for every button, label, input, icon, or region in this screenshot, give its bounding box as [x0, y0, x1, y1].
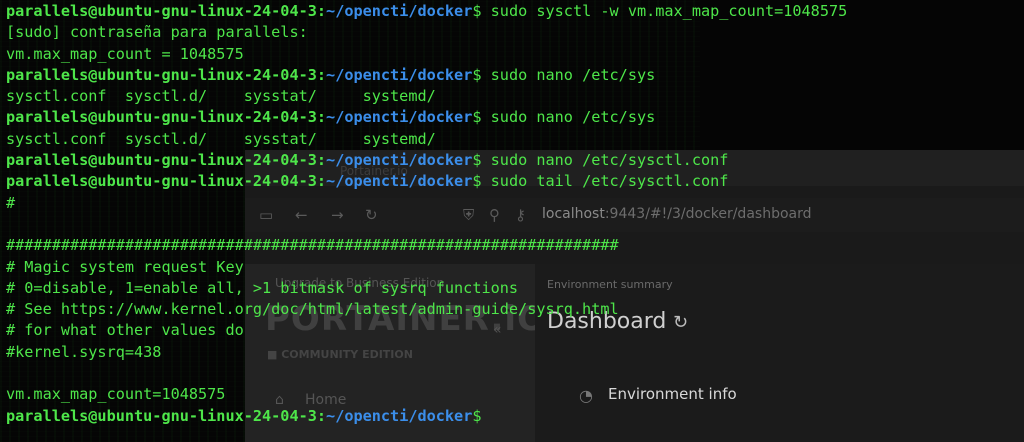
prompt-user: parallels@ubuntu-gnu-linux-24-04-3	[6, 406, 317, 425]
prompt-end: $	[472, 108, 482, 127]
prompt-path: ~/opencti/docker	[326, 172, 473, 191]
prompt-separator: :	[316, 108, 327, 127]
prompt-user: parallels@ubuntu-gnu-linux-24-04-3	[6, 65, 317, 84]
output-line: sysctl.conf sysctl.d/ sysstat/ systemd/	[6, 129, 436, 148]
prompt-end: $	[472, 151, 482, 170]
output-line: # for what other values do	[6, 321, 244, 340]
output-line: [sudo] contraseña para parallels:	[6, 23, 308, 42]
prompt-user: parallels@ubuntu-gnu-linux-24-04-3	[6, 108, 317, 127]
prompt-path: ~/opencti/docker	[326, 2, 473, 20]
prompt-separator: :	[316, 151, 327, 170]
prompt-separator: :	[316, 172, 327, 191]
prompt-separator: :	[316, 2, 327, 20]
output-line: #	[6, 193, 16, 212]
prompt-path: ~/opencti/docker	[326, 406, 473, 425]
command-text: sudo tail /etc/sysctl.conf	[481, 172, 729, 191]
output-line: # 0=disable, 1=enable all, >1 bitmask of…	[6, 278, 519, 297]
prompt-user: parallels@ubuntu-gnu-linux-24-04-3	[6, 2, 317, 20]
prompt-path: ~/opencti/docker	[326, 65, 473, 84]
prompt-end: $	[472, 65, 482, 84]
prompt-end: $	[472, 406, 482, 425]
output-line: ########################################…	[6, 236, 619, 255]
prompt-line: parallels@ubuntu-gnu-linux-24-04-3:~/ope…	[0, 150, 1024, 171]
output-line: #kernel.sysrq=438	[6, 342, 162, 361]
prompt-line: parallels@ubuntu-gnu-linux-24-04-3:~/ope…	[0, 1, 1024, 22]
output-line: # See https://www.kernel.org/doc/html/la…	[6, 300, 619, 319]
output-line: sysctl.conf sysctl.d/ sysstat/ systemd/	[6, 87, 436, 106]
prompt-path: ~/opencti/docker	[326, 108, 473, 127]
prompt-separator: :	[316, 65, 327, 84]
command-text: sudo nano /etc/sys	[481, 65, 656, 84]
prompt-line: parallels@ubuntu-gnu-linux-24-04-3:~/ope…	[0, 65, 1024, 86]
prompt-separator: :	[316, 406, 327, 425]
prompt-end: $	[472, 2, 482, 20]
command-text: sudo nano /etc/sysctl.conf	[481, 151, 729, 170]
output-line: # Magic system request Key	[6, 257, 244, 276]
prompt-end: $	[472, 172, 482, 191]
prompt-line: parallels@ubuntu-gnu-linux-24-04-3:~/ope…	[0, 107, 1024, 128]
prompt-user: parallels@ubuntu-gnu-linux-24-04-3	[6, 151, 317, 170]
command-text: sudo nano /etc/sys	[481, 108, 656, 127]
prompt-user: parallels@ubuntu-gnu-linux-24-04-3	[6, 172, 317, 191]
command-text: sudo sysctl -w vm.max_map_count=1048575	[481, 2, 848, 20]
prompt-line: parallels@ubuntu-gnu-linux-24-04-3:~/ope…	[0, 406, 1024, 427]
terminal-output[interactable]: parallels@ubuntu-gnu-linux-24-04-3:~/ope…	[0, 0, 1024, 442]
output-line: vm.max_map_count=1048575	[6, 385, 226, 404]
output-line: vm.max_map_count = 1048575	[6, 44, 244, 63]
prompt-line: parallels@ubuntu-gnu-linux-24-04-3:~/ope…	[0, 171, 1024, 192]
prompt-path: ~/opencti/docker	[326, 151, 473, 170]
